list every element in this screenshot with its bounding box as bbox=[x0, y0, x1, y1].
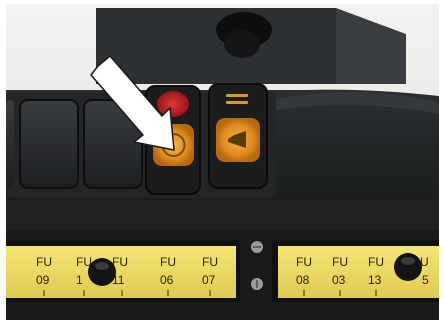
fuse-label-top: FU bbox=[296, 255, 312, 269]
fuse-label-num: 03 bbox=[332, 273, 346, 287]
left-thumb-screw[interactable] bbox=[88, 258, 116, 286]
blank-switch-1[interactable] bbox=[19, 99, 79, 189]
fuse-label-num: 09 bbox=[36, 273, 50, 287]
fuse-label-top: FU bbox=[368, 255, 384, 269]
indicator-bar-2 bbox=[226, 101, 248, 104]
red-indicator-icon bbox=[157, 91, 189, 117]
photo-frame: FU 09 FU 1 FU 11 FU 06 FU 07 FU 08 FU 03… bbox=[6, 4, 439, 320]
fuse-label-num: 13 bbox=[368, 273, 382, 287]
back-plate bbox=[96, 8, 336, 84]
dashboard-photo: FU 09 FU 1 FU 11 FU 06 FU 07 FU 08 FU 03… bbox=[6, 4, 439, 320]
fuse-label-top: FU bbox=[160, 255, 176, 269]
fuse-label-num: 5 bbox=[422, 273, 429, 287]
top-knob-base bbox=[224, 30, 260, 58]
center-screw-bottom bbox=[251, 278, 263, 290]
indicator-bar-1 bbox=[226, 94, 248, 97]
fuse-label-num: 1 bbox=[76, 273, 83, 287]
fuse-label-top: FU bbox=[332, 255, 348, 269]
fuse-strip-left-glare bbox=[6, 246, 236, 298]
blank-switch-edge bbox=[6, 100, 14, 188]
fuse-label-num: 08 bbox=[296, 273, 310, 287]
fuse-label-top: FU bbox=[202, 255, 218, 269]
fuse-strip-left bbox=[6, 240, 240, 302]
fuse-label-top: FU bbox=[36, 255, 52, 269]
fuse-label-num: 06 bbox=[160, 273, 174, 287]
right-thumb-screw[interactable] bbox=[394, 253, 422, 281]
center-screw-top bbox=[251, 241, 263, 253]
fuse-label-num: 07 bbox=[202, 273, 216, 287]
